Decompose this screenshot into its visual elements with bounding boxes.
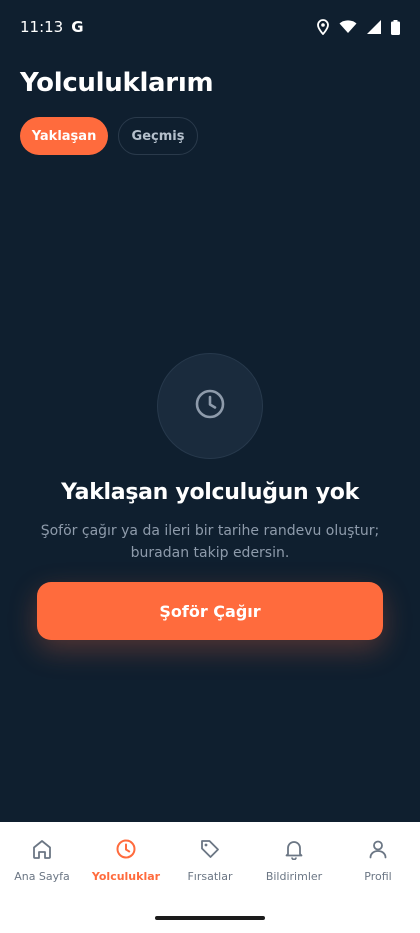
nav-item-trips[interactable]: Yolculuklar bbox=[84, 822, 168, 908]
tab-upcoming[interactable]: Yaklaşan bbox=[20, 117, 108, 155]
home-gesture-bar[interactable] bbox=[155, 916, 265, 920]
status-time: 11:13 bbox=[20, 18, 64, 36]
nav-item-label: Profil bbox=[364, 870, 392, 883]
signal-icon bbox=[367, 20, 381, 34]
nav-item-label: Fırsatlar bbox=[187, 870, 233, 883]
location-icon bbox=[317, 19, 329, 35]
nav-item-notifications[interactable]: Bildirimler bbox=[252, 822, 336, 908]
page-title: Yolculuklarım bbox=[20, 68, 214, 98]
nav-item-profile[interactable]: Profil bbox=[336, 822, 420, 908]
nav-item-home[interactable]: Ana Sayfa bbox=[0, 822, 84, 908]
tag-icon bbox=[199, 836, 221, 862]
google-icon: G bbox=[71, 18, 84, 36]
user-icon bbox=[367, 836, 389, 862]
nav-item-label: Ana Sayfa bbox=[14, 870, 70, 883]
nav-item-deals[interactable]: Fırsatlar bbox=[168, 822, 252, 908]
clock-icon bbox=[115, 836, 137, 862]
trip-tabs: Yaklaşan Geçmiş bbox=[20, 117, 198, 155]
empty-state-title: Yaklaşan yolculuğun yok bbox=[61, 480, 359, 505]
tab-past[interactable]: Geçmiş bbox=[118, 117, 198, 155]
empty-state-icon-circle bbox=[157, 353, 263, 459]
call-driver-button[interactable]: Şoför Çağır bbox=[37, 582, 383, 640]
status-bar-right bbox=[317, 19, 400, 35]
bell-icon bbox=[283, 836, 305, 862]
home-icon bbox=[31, 836, 53, 862]
nav-item-label: Bildirimler bbox=[265, 870, 323, 883]
empty-state-description-line2: buradan takip edersin. bbox=[130, 545, 290, 561]
clock-icon bbox=[193, 387, 227, 425]
status-bar-left: 11:13 G bbox=[20, 18, 84, 36]
status-bar: 11:13 G bbox=[0, 0, 420, 54]
nav-item-label: Yolculuklar bbox=[91, 870, 161, 883]
empty-state-description: Şoför çağır ya da ileri bir tarihe rande… bbox=[40, 520, 380, 564]
bottom-nav: Ana Sayfa Yolculuklar Fırsatlar Bildirim… bbox=[0, 822, 420, 908]
wifi-icon bbox=[339, 20, 357, 34]
system-gesture-area bbox=[0, 908, 420, 933]
empty-state-description-line1: Şoför çağır ya da ileri bir tarihe rande… bbox=[40, 523, 380, 539]
battery-icon bbox=[391, 19, 400, 35]
